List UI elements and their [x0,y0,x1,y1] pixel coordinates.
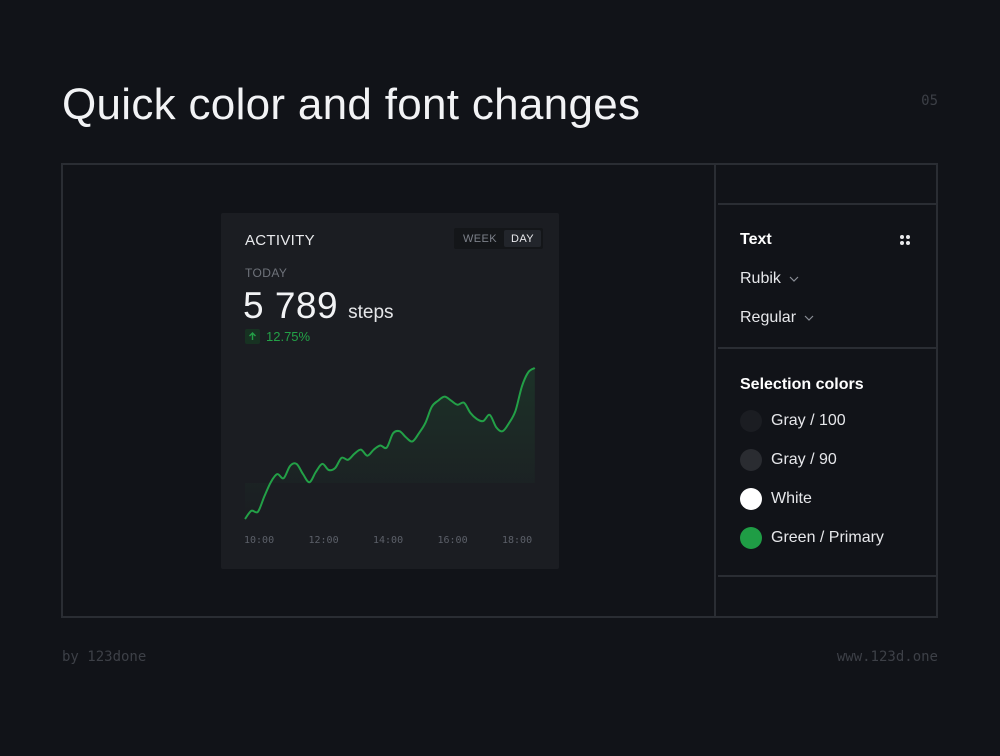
font-family-dropdown[interactable]: Rubik [740,270,799,288]
x-tick-label: 14:00 [373,535,403,546]
steps-number: 5 789 [243,285,339,326]
card-title: ACTIVITY [245,232,315,249]
color-name: White [771,490,812,507]
color-swatch[interactable] [740,488,762,510]
canvas-area: 10:00 12:00 14:00 16:00 18:00 ACTIVITY WEEK … [63,165,716,616]
toggle-week[interactable]: WEEK [456,230,504,247]
color-row-white[interactable]: White [740,488,812,510]
selection-colors-section: Selection colors Gray / 100 Gray / 90 Wh… [718,351,936,577]
steps-unit: steps [348,302,394,323]
color-name: Gray / 90 [771,451,837,468]
selection-colors-heading: Selection colors [740,376,864,393]
color-row-gray-90[interactable]: Gray / 90 [740,449,837,471]
x-tick-label: 16:00 [438,535,468,546]
footer-website: www.123d.one [836,649,938,665]
change-value: 12.75% [266,329,311,344]
font-family-value: Rubik [740,270,781,287]
font-weight-value: Regular [740,309,797,326]
arrow-up-icon [245,329,260,344]
color-swatch[interactable] [740,449,762,471]
chevron-down-icon [789,276,799,282]
color-swatch[interactable] [740,410,762,432]
x-tick-label: 18:00 [502,535,532,546]
x-tick-label: 10:00 [244,535,274,546]
footer-author: by 123done [62,649,147,665]
editor-frame: 10:00 12:00 14:00 16:00 18:00 ACTIVITY WEEK … [61,163,938,618]
slide-number: 05 [921,93,938,109]
toggle-day[interactable]: DAY [503,230,541,247]
color-swatch[interactable] [740,527,762,549]
color-name: Gray / 100 [771,412,846,429]
font-weight-dropdown[interactable]: Regular [740,309,814,327]
x-tick-label: 12:00 [309,535,339,546]
panel-header [718,165,936,205]
properties-panel: Text Rubik Regular Selection colors Gray… [718,165,936,616]
color-name: Green / Primary [771,529,884,546]
chart-area-fill [245,368,535,519]
activity-card[interactable]: 10:00 12:00 14:00 16:00 18:00 ACTIVITY WEEK … [221,213,559,569]
text-heading: Text [740,231,772,248]
slide-title: Quick color and font changes [62,80,641,129]
text-section: Text Rubik Regular [718,207,936,349]
color-row-green-primary[interactable]: Green / Primary [740,527,884,549]
color-row-gray-100[interactable]: Gray / 100 [740,410,846,432]
change-indicator: 12.75% [245,329,310,344]
period-toggle[interactable]: WEEK DAY [453,228,543,249]
styles-grid-icon[interactable] [900,235,910,245]
period-label: TODAY [245,266,288,280]
steps-value: 5 789 steps [243,285,394,327]
chevron-down-icon [804,315,814,321]
